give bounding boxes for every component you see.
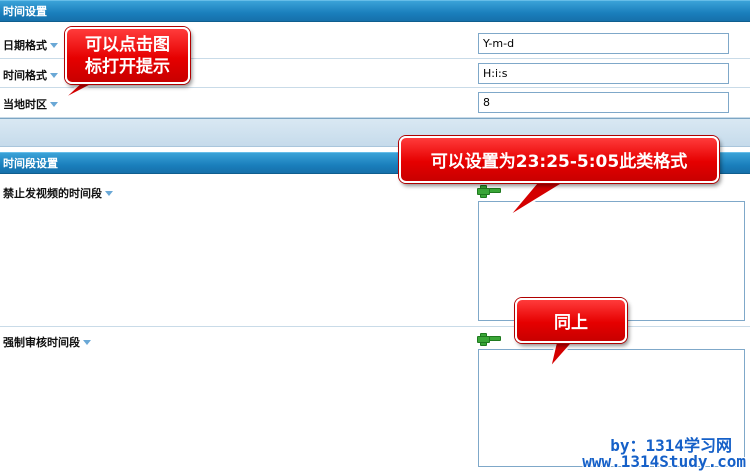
- timezone-input[interactable]: [478, 92, 729, 113]
- label-date-format: 日期格式: [3, 39, 47, 52]
- callout-text: 可以点击图 标打开提示: [85, 34, 170, 78]
- label-timezone: 当地时区: [3, 98, 47, 111]
- plus-icon[interactable]: [477, 333, 490, 346]
- callout-format-hint: 可以设置为23:25-5:05此类格式: [399, 136, 719, 183]
- add-remove-controls: [477, 333, 501, 346]
- row-label: 强制审核时间段: [3, 334, 91, 350]
- time-format-input[interactable]: [478, 63, 729, 84]
- callout-line: 标打开提示: [85, 56, 170, 77]
- minus-icon[interactable]: [489, 336, 501, 341]
- plus-icon[interactable]: [477, 185, 490, 198]
- label-forced-review-period: 强制审核时间段: [3, 336, 80, 349]
- callout-text: 同上: [554, 313, 588, 333]
- callout-same-hint: 同上: [515, 298, 627, 343]
- chevron-down-icon[interactable]: [105, 191, 113, 196]
- callout-icon-hint: 可以点击图 标打开提示: [65, 27, 190, 84]
- date-format-input[interactable]: [478, 33, 729, 54]
- callout-line: 可以点击图: [85, 34, 170, 55]
- label-time-format: 时间格式: [3, 69, 47, 82]
- setting-row-no-video-period: 禁止发视频的时间段: [0, 176, 750, 327]
- watermark-line2: www.1314Study.com: [582, 452, 746, 471]
- section-title: 时间段设置: [3, 157, 58, 170]
- section-header-time-settings: 时间设置: [0, 0, 750, 22]
- label-no-video-period: 禁止发视频的时间段: [3, 187, 102, 200]
- chevron-down-icon[interactable]: [50, 43, 58, 48]
- callout-text: 可以设置为23:25-5:05此类格式: [430, 152, 688, 172]
- row-label: 禁止发视频的时间段: [3, 185, 113, 201]
- row-label: 日期格式: [3, 37, 58, 53]
- chevron-down-icon[interactable]: [83, 340, 91, 345]
- section-title: 时间设置: [3, 5, 47, 18]
- add-remove-controls: [477, 185, 501, 198]
